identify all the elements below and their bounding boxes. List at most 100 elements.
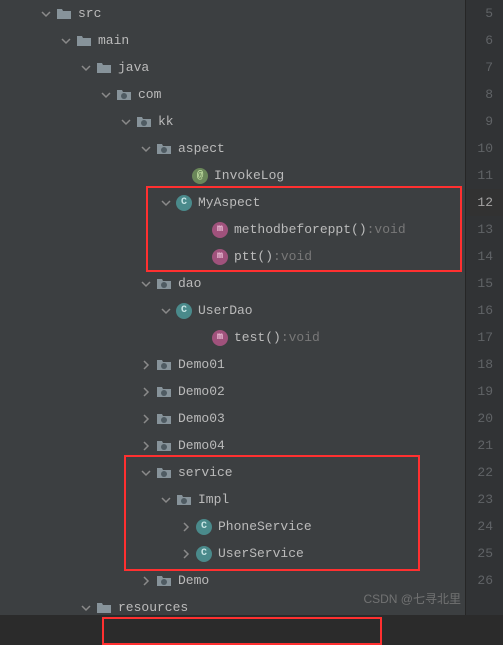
line-number: 12 [466, 189, 503, 216]
line-number: 15 [466, 270, 503, 297]
expand-arrow-icon[interactable] [180, 548, 192, 560]
line-number: 19 [466, 378, 503, 405]
tree-row-com[interactable]: com [0, 81, 465, 108]
tree-item-label: src [78, 6, 101, 21]
annotation-highlight [102, 617, 382, 645]
expand-arrow-icon[interactable] [160, 197, 172, 209]
line-number: 7 [466, 54, 503, 81]
tree-row-aspect[interactable]: aspect [0, 135, 465, 162]
tree-row-phoneservice[interactable]: C PhoneService [0, 513, 465, 540]
expand-arrow-icon[interactable] [140, 278, 152, 290]
line-number: 13 [466, 216, 503, 243]
tree-item-label: test() [234, 330, 281, 345]
expand-arrow-icon[interactable] [140, 413, 152, 425]
tree-row-demo02[interactable]: Demo02 [0, 378, 465, 405]
tree-row-src[interactable]: src [0, 0, 465, 27]
tree-row-demo03[interactable]: Demo03 [0, 405, 465, 432]
line-number: 14 [466, 243, 503, 270]
package-icon [156, 384, 172, 400]
method-icon: m [212, 249, 228, 265]
package-icon [156, 573, 172, 589]
expand-arrow-icon[interactable] [100, 89, 112, 101]
line-number: 17 [466, 324, 503, 351]
line-number: 5 [466, 0, 503, 27]
line-number: 11 [466, 162, 503, 189]
package-icon [156, 276, 172, 292]
tree-item-label: InvokeLog [214, 168, 284, 183]
expand-arrow-icon[interactable] [140, 575, 152, 587]
tree-row-ptt-[interactable]: m ptt():void [0, 243, 465, 270]
line-number: 20 [466, 405, 503, 432]
tree-item-label: aspect [178, 141, 225, 156]
tree-row-methodbeforeppt-[interactable]: mmethodbeforeppt():void [0, 216, 465, 243]
expand-arrow-icon[interactable] [180, 521, 192, 533]
folder-icon [96, 600, 112, 616]
line-number: 10 [466, 135, 503, 162]
tree-item-label: Impl [198, 492, 229, 507]
folder-icon [96, 60, 112, 76]
line-number: 23 [466, 486, 503, 513]
tree-item-label: main [98, 33, 129, 48]
arrow-spacer [196, 332, 208, 344]
line-number: 16 [466, 297, 503, 324]
method-icon: m [212, 222, 228, 238]
expand-arrow-icon[interactable] [80, 62, 92, 74]
package-icon [176, 492, 192, 508]
tree-row-impl[interactable]: Impl [0, 486, 465, 513]
tree-row-kk[interactable]: kk [0, 108, 465, 135]
class-icon: C [196, 546, 212, 562]
tree-row-dao[interactable]: dao [0, 270, 465, 297]
package-icon [156, 465, 172, 481]
line-number: 21 [466, 432, 503, 459]
tree-item-label: com [138, 87, 161, 102]
tree-item-label: Demo [178, 573, 209, 588]
line-number: 6 [466, 27, 503, 54]
line-number: 22 [466, 459, 503, 486]
tree-row-java[interactable]: java [0, 54, 465, 81]
method-signature: :void [273, 249, 312, 264]
expand-arrow-icon[interactable] [140, 359, 152, 371]
folder-icon [76, 33, 92, 49]
folder-icon [56, 6, 72, 22]
package-icon [156, 141, 172, 157]
tree-row-demo01[interactable]: Demo01 [0, 351, 465, 378]
expand-arrow-icon[interactable] [40, 8, 52, 20]
tree-item-label: kk [158, 114, 174, 129]
expand-arrow-icon[interactable] [140, 467, 152, 479]
method-icon: m [212, 330, 228, 346]
package-icon [116, 87, 132, 103]
class-icon: C [196, 519, 212, 535]
watermark: CSDN @七寻北里 [363, 590, 461, 607]
line-number: 24 [466, 513, 503, 540]
tree-row-demo04[interactable]: Demo04 [0, 432, 465, 459]
line-number: 26 [466, 567, 503, 594]
method-signature: :void [367, 222, 406, 237]
tree-row-invokelog[interactable]: @InvokeLog [0, 162, 465, 189]
tree-item-label: ptt() [234, 249, 273, 264]
package-icon [156, 438, 172, 454]
expand-arrow-icon[interactable] [60, 35, 72, 47]
tree-row-service[interactable]: service [0, 459, 465, 486]
tree-row-userdao[interactable]: CUserDao [0, 297, 465, 324]
tree-item-label: PhoneService [218, 519, 312, 534]
expand-arrow-icon[interactable] [140, 386, 152, 398]
arrow-spacer [196, 251, 208, 263]
expand-arrow-icon[interactable] [160, 494, 172, 506]
arrow-spacer [196, 224, 208, 236]
tree-item-label: MyAspect [198, 195, 260, 210]
expand-arrow-icon[interactable] [120, 116, 132, 128]
tree-row-test-[interactable]: mtest():void [0, 324, 465, 351]
tree-row-myaspect[interactable]: CMyAspect [0, 189, 465, 216]
expand-arrow-icon[interactable] [80, 602, 92, 614]
tree-item-label: UserDao [198, 303, 253, 318]
line-number: 8 [466, 81, 503, 108]
tree-item-label: service [178, 465, 233, 480]
project-tree[interactable]: srcmainjavacomkkaspect@InvokeLogCMyAspec… [0, 0, 465, 615]
line-number: 25 [466, 540, 503, 567]
expand-arrow-icon[interactable] [160, 305, 172, 317]
expand-arrow-icon[interactable] [140, 440, 152, 452]
expand-arrow-icon[interactable] [140, 143, 152, 155]
tree-row-userservice[interactable]: CUserService [0, 540, 465, 567]
tree-row-main[interactable]: main [0, 27, 465, 54]
line-number: 9 [466, 108, 503, 135]
